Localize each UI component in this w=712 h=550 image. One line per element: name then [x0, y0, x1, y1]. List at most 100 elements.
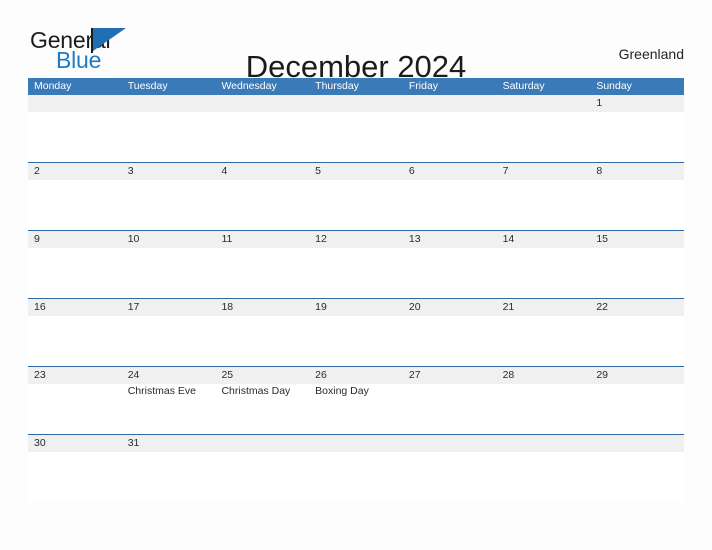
day-cell	[215, 248, 309, 297]
holiday-label: Christmas Eve	[127, 385, 196, 397]
day-number-empty	[590, 435, 684, 452]
day-cell	[28, 112, 122, 161]
calendar-week-row: 23 24 25 26 27 28 29 Christmas Eve Christmas Day…	[28, 366, 684, 434]
day-number[interactable]: 26	[309, 367, 403, 384]
day-cell	[497, 112, 591, 161]
day-cell	[28, 180, 122, 229]
calendar-week-row: 16 17 18 19 20 21 22	[28, 298, 684, 366]
day-cell	[403, 180, 497, 229]
day-number[interactable]: 25	[215, 367, 309, 384]
day-number-band: 16 17 18 19 20 21 22	[28, 299, 684, 316]
day-number[interactable]: 12	[309, 231, 403, 248]
day-cell	[590, 112, 684, 161]
day-number[interactable]: 14	[497, 231, 591, 248]
day-cell	[309, 248, 403, 297]
day-cell	[590, 384, 684, 433]
day-cell: Christmas Day	[215, 384, 309, 433]
day-number[interactable]: 31	[122, 435, 216, 452]
calendar-week-row: 9 10 11 12 13 14 15	[28, 230, 684, 298]
day-number[interactable]: 19	[309, 299, 403, 316]
day-number[interactable]: 15	[590, 231, 684, 248]
flag-icon	[93, 28, 126, 51]
weekday-saturday: Saturday	[502, 80, 545, 92]
day-number[interactable]: 4	[215, 163, 309, 180]
day-number-empty	[215, 435, 309, 452]
day-cell	[497, 452, 591, 501]
day-number[interactable]: 29	[590, 367, 684, 384]
day-cell	[497, 316, 591, 365]
day-number[interactable]: 30	[28, 435, 122, 452]
day-content-band: Christmas Eve Christmas Day Boxing Day	[28, 384, 684, 433]
day-cell	[122, 112, 216, 161]
page-header: General Blue December 2024 Greenland	[0, 0, 712, 84]
day-cell	[122, 452, 216, 501]
day-number[interactable]: 17	[122, 299, 216, 316]
weekday-friday: Friday	[408, 80, 439, 92]
day-cell: Boxing Day	[309, 384, 403, 433]
day-number[interactable]: 3	[122, 163, 216, 180]
day-cell	[403, 112, 497, 161]
day-cell	[403, 316, 497, 365]
day-number[interactable]: 20	[403, 299, 497, 316]
day-cell	[122, 316, 216, 365]
day-content-band	[28, 248, 684, 297]
day-cell	[28, 384, 122, 433]
day-cell	[497, 180, 591, 229]
day-number-band: 1	[28, 95, 684, 112]
day-number[interactable]: 27	[403, 367, 497, 384]
day-cell: Christmas Eve	[122, 384, 216, 433]
holiday-label: Christmas Day	[221, 385, 291, 397]
region-label: Greenland	[618, 46, 684, 62]
day-number-empty	[497, 435, 591, 452]
day-number[interactable]: 28	[497, 367, 591, 384]
calendar-week-row: 1	[28, 95, 684, 162]
day-number-band: 9 10 11 12 13 14 15	[28, 231, 684, 248]
day-number[interactable]: 2	[28, 163, 122, 180]
day-number[interactable]: 8	[590, 163, 684, 180]
day-cell	[215, 452, 309, 501]
day-number-empty	[403, 435, 497, 452]
weekday-monday: Monday	[34, 80, 72, 92]
day-number-empty	[309, 435, 403, 452]
day-number[interactable]: 22	[590, 299, 684, 316]
day-cell	[215, 112, 309, 161]
day-content-band	[28, 112, 684, 161]
calendar-weeks: 1 2 3 4 5 6 7 8 9 10 11 12 13 14 15 16 17 18 19 20 21 22 23 24 2…	[28, 95, 684, 502]
day-number[interactable]: 6	[403, 163, 497, 180]
day-number[interactable]: 23	[28, 367, 122, 384]
day-cell	[28, 452, 122, 501]
day-cell	[215, 316, 309, 365]
day-content-band	[28, 316, 684, 365]
day-number[interactable]: 11	[215, 231, 309, 248]
day-cell	[28, 248, 122, 297]
day-number-empty	[403, 95, 497, 112]
day-cell	[403, 384, 497, 433]
day-number[interactable]: 16	[28, 299, 122, 316]
day-number-band: 2345678	[28, 163, 684, 180]
day-number[interactable]: 1	[590, 95, 684, 112]
day-number[interactable]: 10	[122, 231, 216, 248]
day-cell	[215, 180, 309, 229]
day-number[interactable]: 13	[403, 231, 497, 248]
day-number[interactable]: 5	[309, 163, 403, 180]
day-cell	[309, 452, 403, 501]
weekday-sunday: Sunday	[596, 80, 632, 92]
day-number[interactable]: 7	[497, 163, 591, 180]
weekday-thursday: Thursday	[315, 80, 359, 92]
weekday-header-row: Monday Tuesday Wednesday Thursday Friday…	[28, 78, 684, 95]
day-number[interactable]: 21	[497, 299, 591, 316]
weekday-tuesday: Tuesday	[127, 80, 168, 92]
calendar-week-row: 2345678	[28, 162, 684, 230]
day-number[interactable]: 24	[122, 367, 216, 384]
day-number[interactable]: 9	[28, 231, 122, 248]
day-number-empty	[215, 95, 309, 112]
day-cell	[309, 180, 403, 229]
holiday-label: Boxing Day	[315, 385, 369, 397]
calendar-grid: Monday Tuesday Wednesday Thursday Friday…	[28, 78, 684, 502]
day-cell	[590, 452, 684, 501]
day-cell	[590, 316, 684, 365]
day-cell	[403, 452, 497, 501]
day-number[interactable]: 18	[215, 299, 309, 316]
calendar-week-row: 30 31	[28, 434, 684, 502]
weekday-wednesday: Wednesday	[221, 80, 277, 92]
